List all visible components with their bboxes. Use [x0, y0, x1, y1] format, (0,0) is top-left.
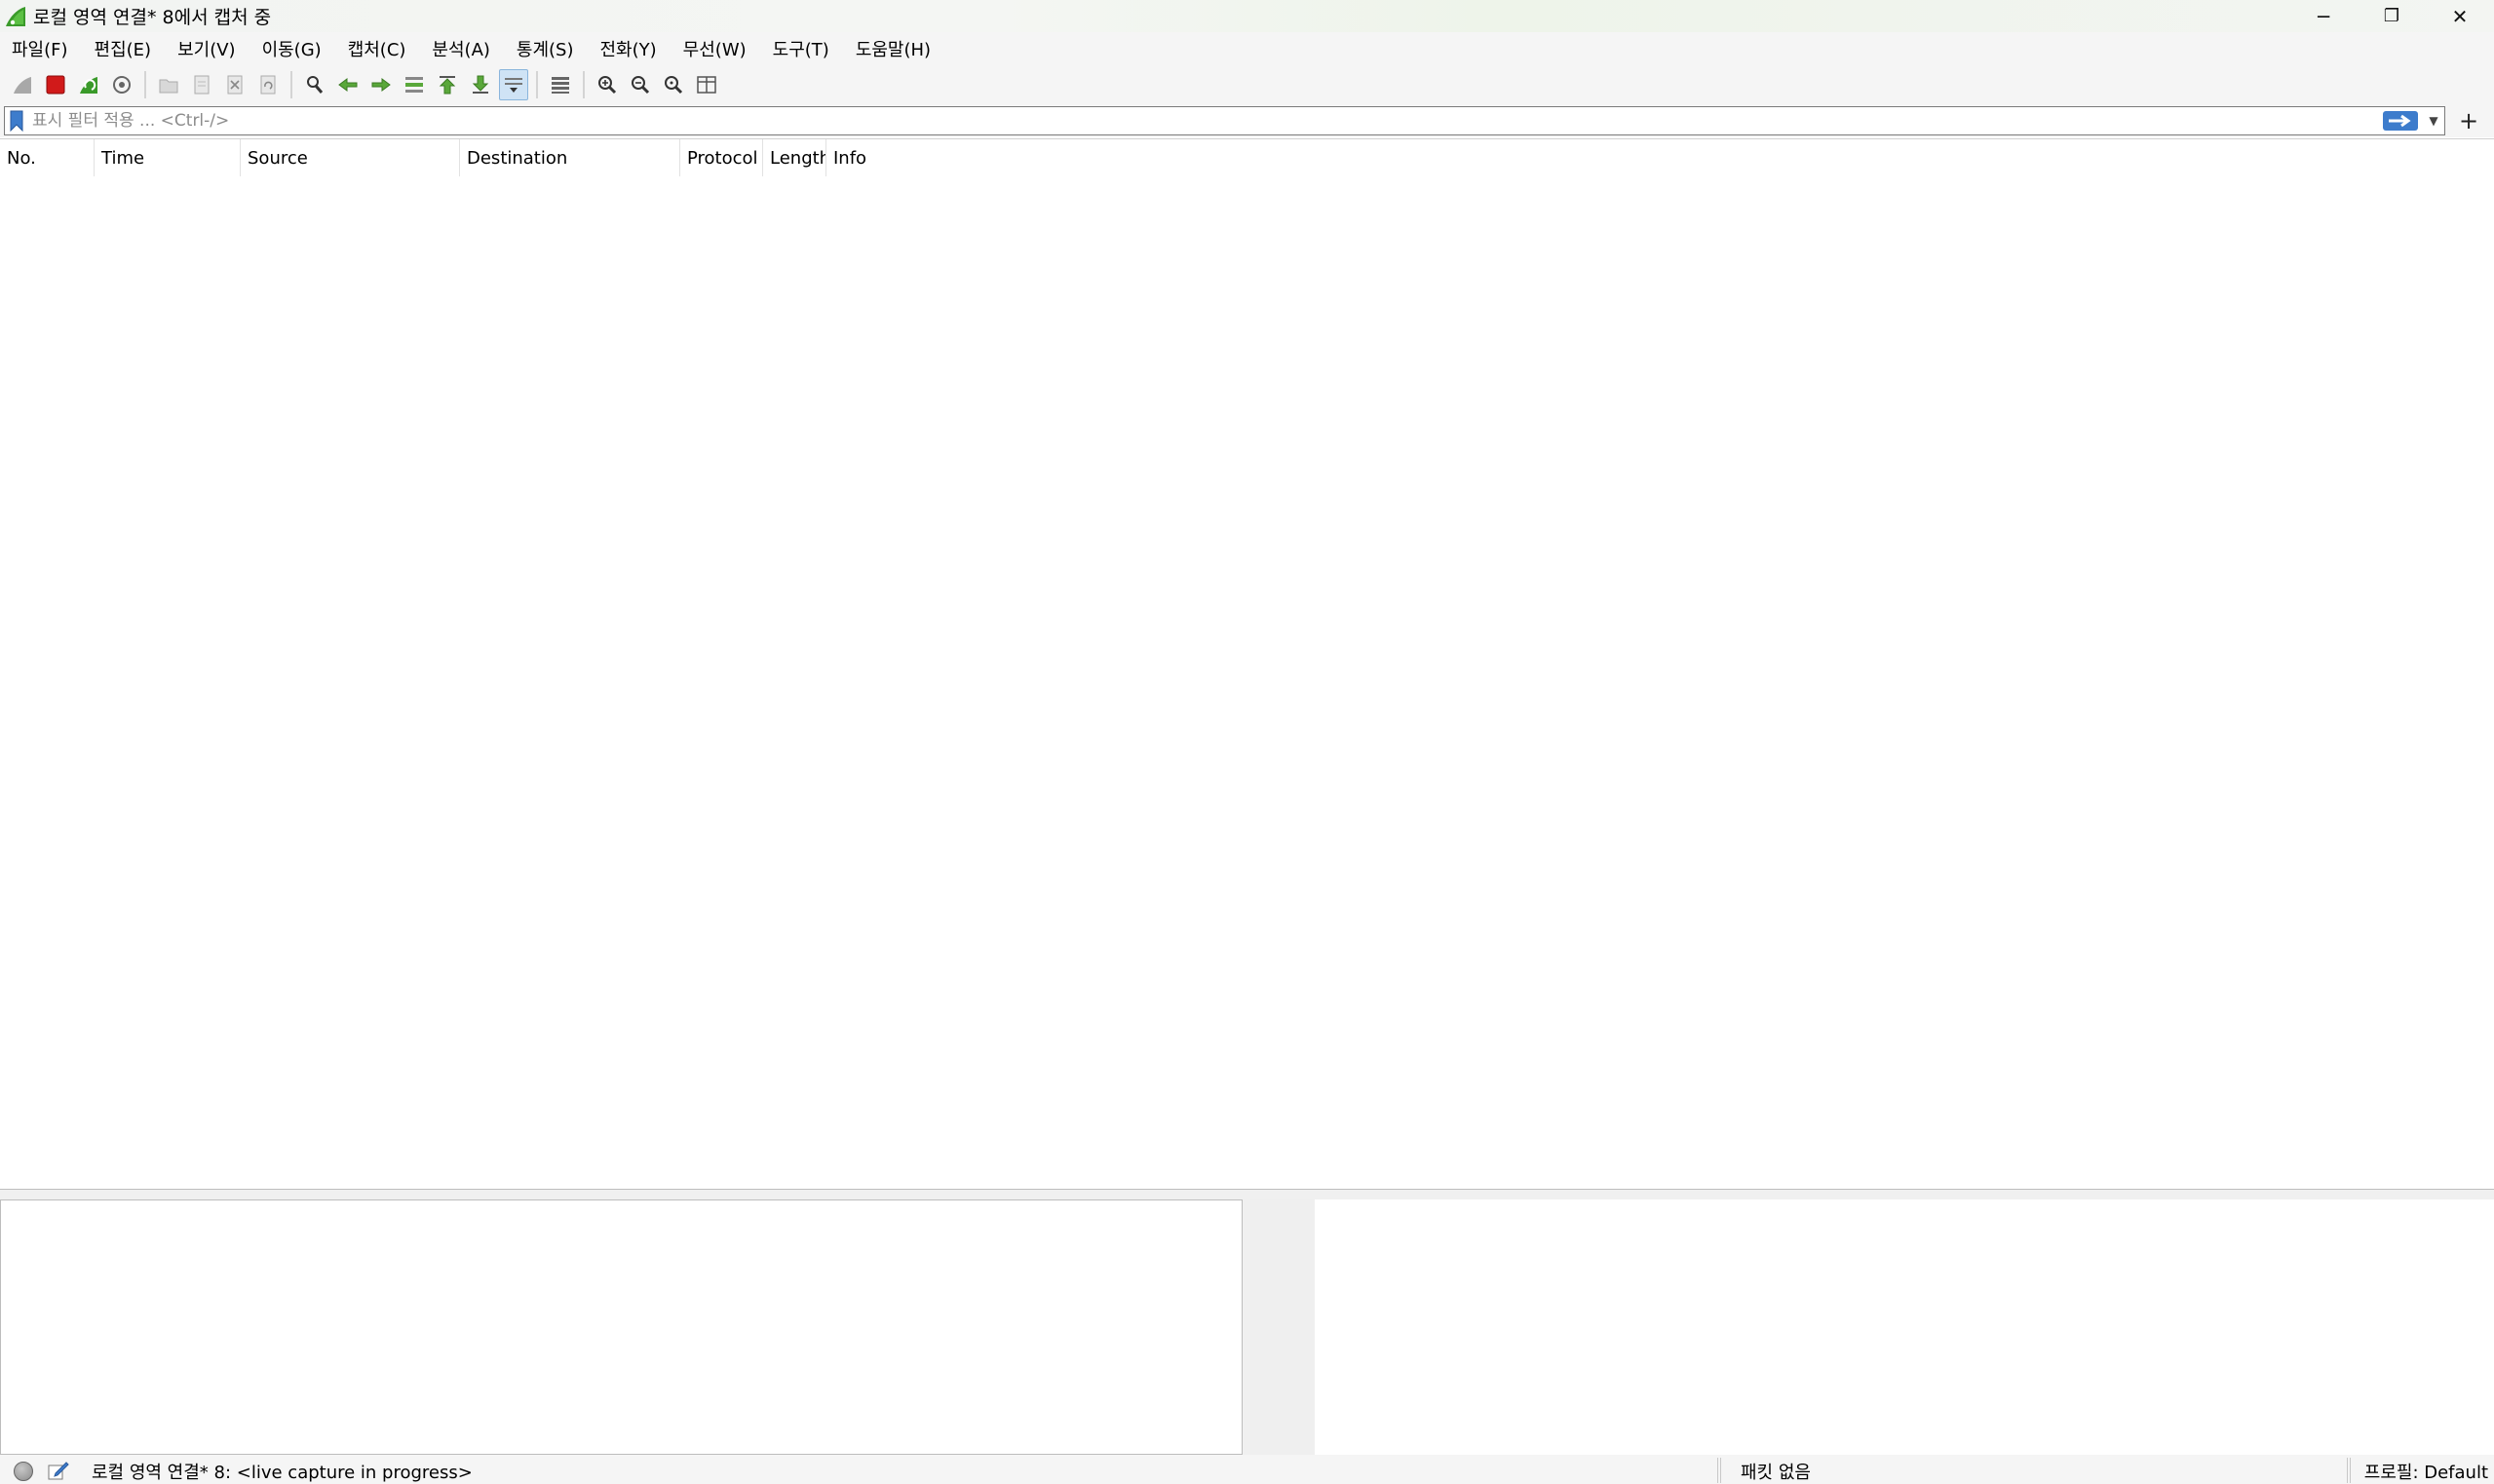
reload-file-icon[interactable]: [253, 69, 283, 100]
status-divider[interactable]: [1717, 1458, 1721, 1483]
last-packet-icon[interactable]: [466, 69, 495, 100]
zoom-out-icon[interactable]: [626, 69, 655, 100]
minimize-button[interactable]: ─: [2289, 0, 2358, 32]
toolbar-separator: [290, 71, 292, 98]
column-header-length[interactable]: Length: [763, 139, 826, 176]
restart-capture-icon[interactable]: [74, 69, 103, 100]
colorize-icon[interactable]: [546, 69, 575, 100]
column-header-time[interactable]: Time: [95, 139, 241, 176]
status-interface-text: 로컬 영역 연결* 8: <live capture in progress>: [92, 1463, 473, 1483]
first-packet-icon[interactable]: [433, 69, 462, 100]
window-title: 로컬 영역 연결* 8에서 캡처 중: [33, 7, 272, 28]
toolbar-separator: [144, 71, 146, 98]
menu-wireless[interactable]: 무선(W): [673, 36, 756, 61]
column-header-destination[interactable]: Destination: [460, 139, 680, 176]
column-header-source[interactable]: Source: [241, 139, 460, 176]
menu-telephony[interactable]: 전화(Y): [591, 36, 667, 61]
expert-info-led-icon[interactable]: [14, 1462, 33, 1481]
menu-file[interactable]: 파일(F): [2, 36, 78, 61]
save-file-icon[interactable]: [187, 69, 216, 100]
capture-options-icon[interactable]: [107, 69, 136, 100]
pane-splitter-horizontal[interactable]: [0, 1190, 2494, 1199]
pane-splitter-vertical[interactable]: [1243, 1199, 1250, 1455]
display-filter-box: ▼: [4, 106, 2445, 135]
chevron-down-icon[interactable]: ▼: [2423, 108, 2444, 133]
menu-edit[interactable]: 편집(E): [85, 36, 162, 61]
toolbar-separator: [583, 71, 585, 98]
column-header-protocol[interactable]: Protocol: [680, 139, 763, 176]
stop-capture-icon[interactable]: [41, 69, 70, 100]
add-filter-button[interactable]: +: [2455, 106, 2482, 135]
status-divider[interactable]: [2347, 1458, 2351, 1483]
packet-bytes-pane[interactable]: [1315, 1199, 2494, 1455]
menu-capture[interactable]: 캡처(C): [338, 36, 416, 61]
menu-view[interactable]: 보기(V): [168, 36, 245, 61]
menu-analyze[interactable]: 분석(A): [422, 36, 499, 61]
normal-size-icon[interactable]: [659, 69, 688, 100]
column-header-no[interactable]: No.: [0, 139, 95, 176]
close-button[interactable]: ✕: [2426, 0, 2494, 32]
menu-bar: 파일(F) 편집(E) 보기(V) 이동(G) 캡처(C) 분석(A) 통계(S…: [0, 32, 2494, 65]
close-file-icon[interactable]: [220, 69, 249, 100]
status-bar: 로컬 영역 연결* 8: <live capture in progress> …: [0, 1455, 2494, 1484]
packet-list[interactable]: No. Time Source Destination Protocol Len…: [0, 138, 2494, 1190]
shark-fin-icon[interactable]: [8, 69, 37, 100]
menu-go[interactable]: 이동(G): [252, 36, 331, 61]
zoom-in-icon[interactable]: [593, 69, 622, 100]
status-profile-text[interactable]: 프로필: Default: [2364, 1459, 2488, 1484]
apply-filter-arrow-icon[interactable]: [2382, 110, 2419, 132]
capture-comment-edit-icon[interactable]: [47, 1460, 70, 1481]
title-bar: 로컬 영역 연결* 8에서 캡처 중 ─ ❐ ✕: [0, 0, 2494, 32]
bookmark-icon[interactable]: [7, 108, 26, 133]
restore-button[interactable]: ❐: [2358, 0, 2426, 32]
open-file-icon[interactable]: [154, 69, 183, 100]
packet-list-header: No. Time Source Destination Protocol Len…: [0, 139, 2494, 176]
menu-statistics[interactable]: 통계(S): [507, 36, 584, 61]
go-forward-icon[interactable]: [366, 69, 396, 100]
go-to-packet-icon[interactable]: [400, 69, 429, 100]
status-packets-text: 패킷 없음: [1741, 1463, 1811, 1483]
resize-columns-icon[interactable]: [692, 69, 721, 100]
find-packet-icon[interactable]: [300, 69, 329, 100]
packet-bytes-offset-column: [1250, 1199, 1315, 1455]
autoscroll-icon[interactable]: [499, 69, 528, 100]
display-filter-input[interactable]: [32, 108, 2382, 133]
main-toolbar: [0, 65, 2494, 104]
go-back-icon[interactable]: [333, 69, 363, 100]
toolbar-separator: [536, 71, 538, 98]
wireshark-app-icon: [4, 5, 27, 28]
menu-help[interactable]: 도움말(H): [846, 36, 940, 61]
display-filter-bar: ▼ +: [0, 104, 2494, 137]
menu-tools[interactable]: 도구(T): [763, 36, 839, 61]
column-header-info[interactable]: Info: [826, 139, 2494, 176]
packet-details-pane[interactable]: [0, 1199, 1243, 1455]
